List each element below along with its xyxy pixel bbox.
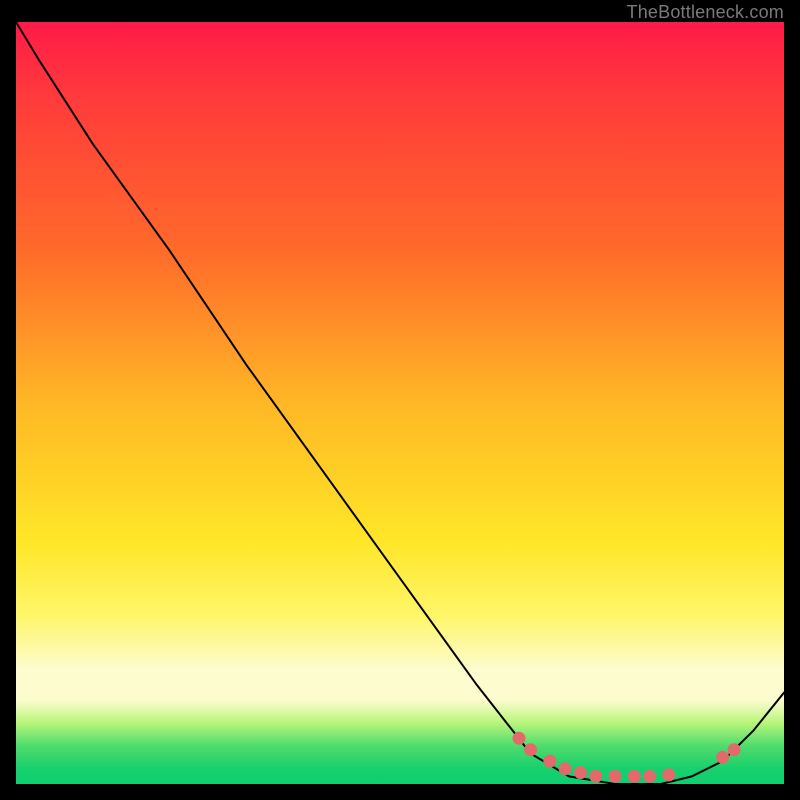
curve-marker <box>728 743 741 756</box>
chart-svg <box>16 22 784 784</box>
curve-marker <box>589 770 602 783</box>
curve-marker <box>716 751 729 764</box>
curve-marker <box>628 770 641 783</box>
curve-marker <box>513 732 526 745</box>
curve-marker <box>524 743 537 756</box>
curve-marker <box>662 768 675 781</box>
chart-frame: TheBottleneck.com <box>0 0 800 800</box>
curve-marker <box>559 762 572 775</box>
bottleneck-curve <box>16 22 784 784</box>
curve-marker <box>643 770 656 783</box>
curve-marker <box>543 755 556 768</box>
curve-marker <box>574 766 587 779</box>
curve-marker <box>609 770 622 783</box>
attribution-text: TheBottleneck.com <box>627 2 784 23</box>
chart-plot-area <box>16 22 784 784</box>
curve-markers <box>513 732 741 783</box>
